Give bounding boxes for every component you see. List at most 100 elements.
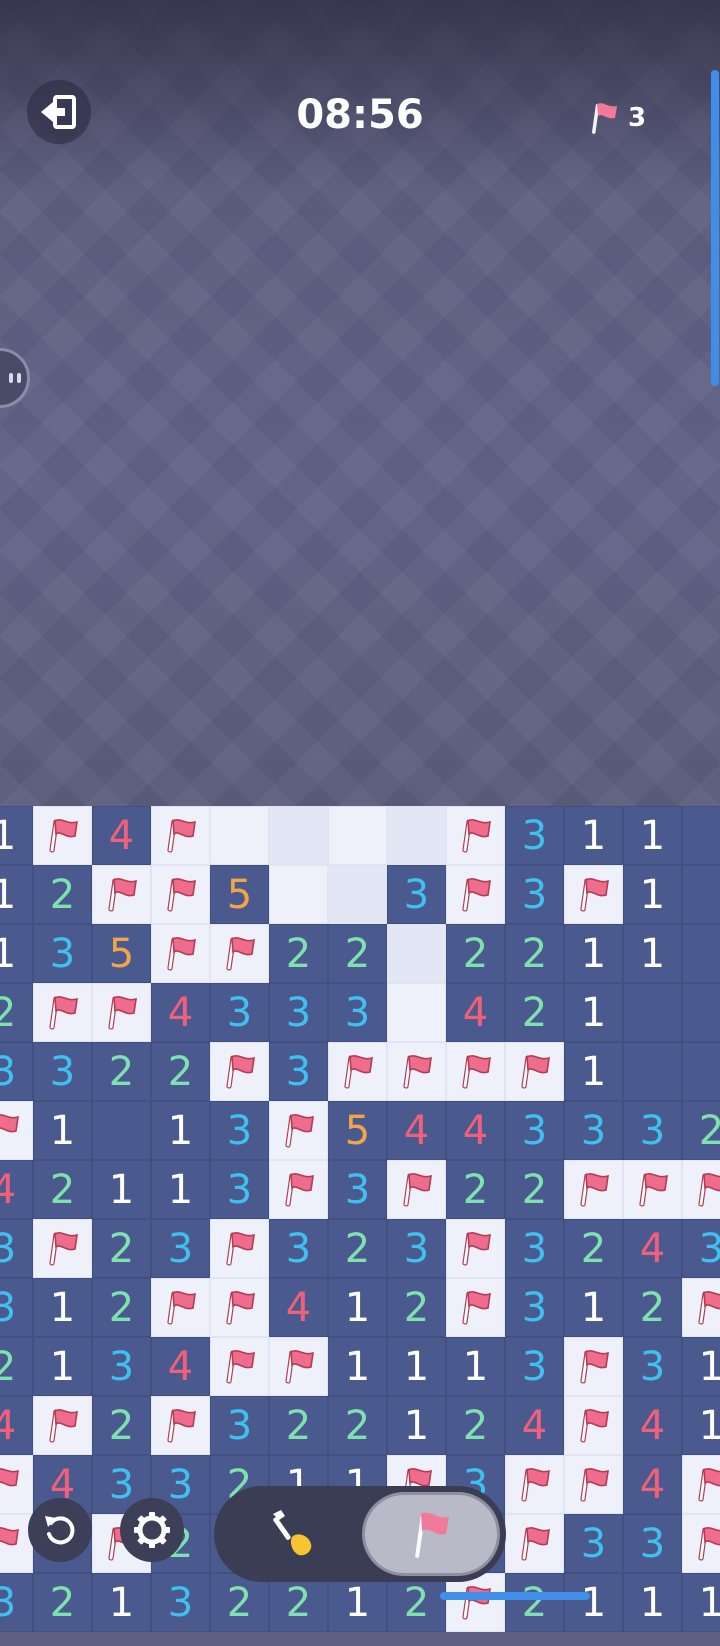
number-cell[interactable]: 1 <box>446 1337 505 1396</box>
flagged-cell[interactable] <box>210 924 269 983</box>
number-cell[interactable]: 3 <box>564 1514 623 1573</box>
flagged-cell[interactable] <box>0 1455 33 1514</box>
number-cell[interactable]: 3 <box>210 1101 269 1160</box>
number-cell[interactable]: 1 <box>151 1160 210 1219</box>
number-cell[interactable]: 1 <box>33 1278 92 1337</box>
number-cell[interactable]: 4 <box>446 1101 505 1160</box>
number-cell[interactable]: 2 <box>446 1396 505 1455</box>
number-cell[interactable]: 3 <box>0 1573 33 1632</box>
flagged-cell[interactable] <box>151 865 210 924</box>
number-cell[interactable]: 3 <box>505 1101 564 1160</box>
flag-mode-button[interactable] <box>362 1492 500 1576</box>
number-cell[interactable]: 1 <box>92 1160 151 1219</box>
number-cell[interactable]: 4 <box>505 1396 564 1455</box>
number-cell[interactable]: 1 <box>564 1278 623 1337</box>
number-cell[interactable]: 2 <box>92 1042 151 1101</box>
number-cell[interactable]: 1 <box>33 1101 92 1160</box>
flagged-cell[interactable] <box>564 865 623 924</box>
flagged-cell[interactable] <box>210 1278 269 1337</box>
unopened-cell[interactable] <box>328 865 387 924</box>
number-cell[interactable]: 2 <box>269 924 328 983</box>
unopened-cell[interactable] <box>387 983 446 1042</box>
number-cell[interactable]: 1 <box>387 1396 446 1455</box>
number-cell[interactable]: 3 <box>623 1101 682 1160</box>
unopened-cell[interactable] <box>210 806 269 865</box>
flagged-cell[interactable] <box>151 924 210 983</box>
flagged-cell[interactable] <box>92 983 151 1042</box>
number-cell[interactable]: 4 <box>92 806 151 865</box>
flagged-cell[interactable] <box>505 1042 564 1101</box>
number-cell[interactable]: 3 <box>0 1042 33 1101</box>
number-cell[interactable]: 2 <box>0 1337 33 1396</box>
empty-cell[interactable] <box>623 983 682 1042</box>
number-cell[interactable]: 1 <box>0 924 33 983</box>
number-cell[interactable]: 3 <box>387 1219 446 1278</box>
settings-button[interactable] <box>120 1498 184 1562</box>
flagged-cell[interactable] <box>682 1455 720 1514</box>
number-cell[interactable]: 3 <box>505 1219 564 1278</box>
empty-cell[interactable] <box>623 1042 682 1101</box>
number-cell[interactable]: 2 <box>92 1396 151 1455</box>
number-cell[interactable]: 3 <box>505 865 564 924</box>
flagged-cell[interactable] <box>505 1455 564 1514</box>
number-cell[interactable]: 2 <box>446 1160 505 1219</box>
number-cell[interactable]: 1 <box>0 806 33 865</box>
number-cell[interactable]: 2 <box>328 924 387 983</box>
number-cell[interactable]: 4 <box>0 1160 33 1219</box>
number-cell[interactable]: 1 <box>682 1396 720 1455</box>
number-cell[interactable]: 4 <box>151 983 210 1042</box>
number-cell[interactable]: 2 <box>505 1160 564 1219</box>
number-cell[interactable]: 2 <box>623 1278 682 1337</box>
flagged-cell[interactable] <box>623 1160 682 1219</box>
number-cell[interactable]: 2 <box>92 1278 151 1337</box>
flagged-cell[interactable] <box>446 865 505 924</box>
number-cell[interactable]: 3 <box>92 1337 151 1396</box>
number-cell[interactable]: 3 <box>328 983 387 1042</box>
number-cell[interactable]: 1 <box>33 1337 92 1396</box>
flagged-cell[interactable] <box>682 1278 720 1337</box>
flagged-cell[interactable] <box>564 1396 623 1455</box>
number-cell[interactable]: 1 <box>328 1337 387 1396</box>
flagged-cell[interactable] <box>269 1337 328 1396</box>
number-cell[interactable]: 3 <box>269 983 328 1042</box>
number-cell[interactable]: 5 <box>328 1101 387 1160</box>
number-cell[interactable]: 2 <box>505 1573 564 1632</box>
unopened-cell[interactable] <box>387 806 446 865</box>
number-cell[interactable]: 1 <box>623 924 682 983</box>
flagged-cell[interactable] <box>682 1160 720 1219</box>
number-cell[interactable]: 2 <box>328 1396 387 1455</box>
number-cell[interactable]: 2 <box>564 1219 623 1278</box>
empty-cell[interactable] <box>92 1101 151 1160</box>
number-cell[interactable]: 4 <box>387 1101 446 1160</box>
number-cell[interactable]: 2 <box>682 1101 720 1160</box>
number-cell[interactable]: 3 <box>623 1514 682 1573</box>
number-cell[interactable]: 5 <box>210 865 269 924</box>
empty-cell[interactable] <box>682 865 720 924</box>
flagged-cell[interactable] <box>564 1160 623 1219</box>
number-cell[interactable]: 2 <box>505 924 564 983</box>
number-cell[interactable]: 1 <box>682 1573 720 1632</box>
undo-button[interactable] <box>28 1498 92 1562</box>
number-cell[interactable]: 4 <box>269 1278 328 1337</box>
number-cell[interactable]: 4 <box>0 1396 33 1455</box>
number-cell[interactable]: 1 <box>328 1278 387 1337</box>
flagged-cell[interactable] <box>33 806 92 865</box>
flagged-cell[interactable] <box>33 1396 92 1455</box>
flagged-cell[interactable] <box>33 1219 92 1278</box>
number-cell[interactable]: 3 <box>33 1042 92 1101</box>
flagged-cell[interactable] <box>151 1396 210 1455</box>
exit-button[interactable] <box>27 80 91 144</box>
number-cell[interactable]: 3 <box>0 1278 33 1337</box>
number-cell[interactable]: 3 <box>328 1160 387 1219</box>
number-cell[interactable]: 3 <box>0 1219 33 1278</box>
number-cell[interactable]: 3 <box>210 1396 269 1455</box>
empty-cell[interactable] <box>682 806 720 865</box>
empty-cell[interactable] <box>682 924 720 983</box>
number-cell[interactable]: 1 <box>623 865 682 924</box>
number-cell[interactable]: 3 <box>505 1278 564 1337</box>
number-cell[interactable]: 2 <box>328 1219 387 1278</box>
number-cell[interactable]: 2 <box>33 1573 92 1632</box>
number-cell[interactable]: 3 <box>269 1219 328 1278</box>
number-cell[interactable]: 2 <box>151 1042 210 1101</box>
number-cell[interactable]: 2 <box>33 865 92 924</box>
